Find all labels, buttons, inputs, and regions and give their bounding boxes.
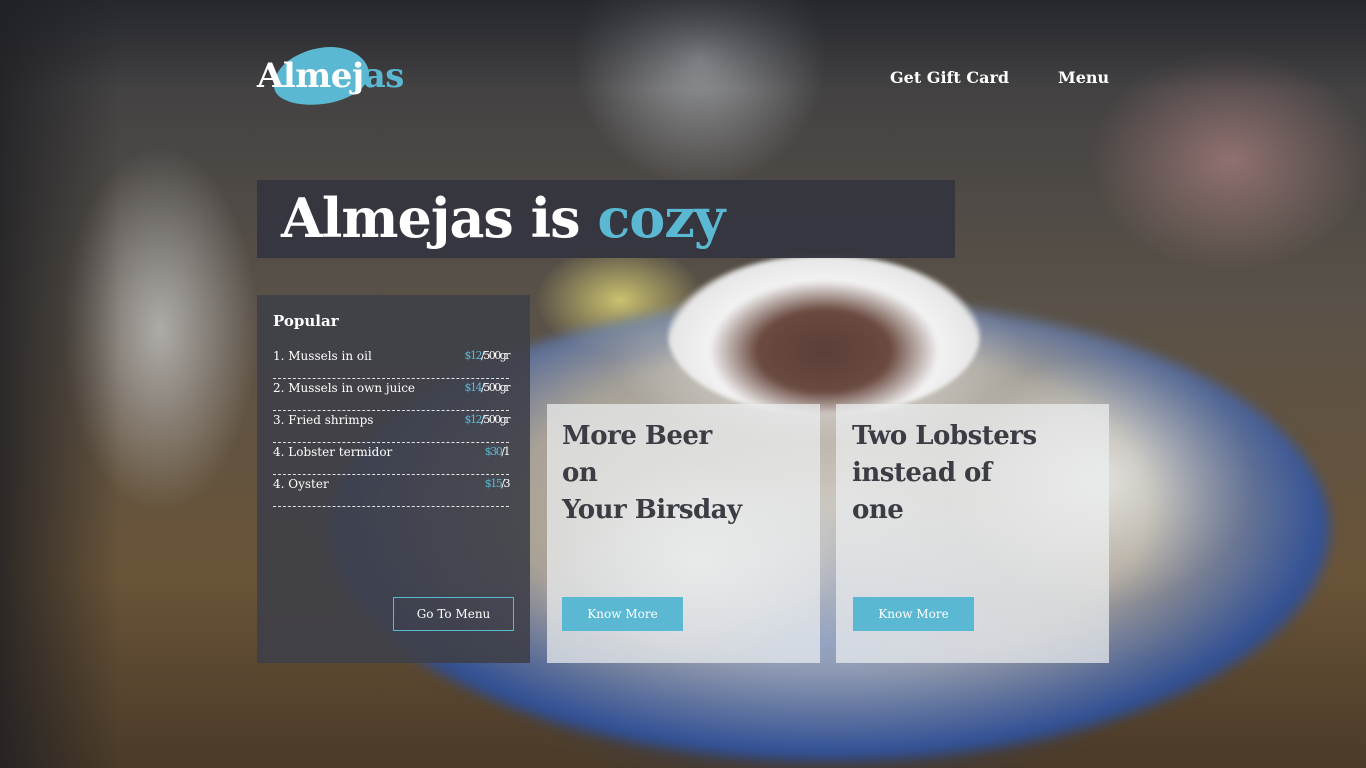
promo-title: Two Lobsters instead of one [852, 421, 1037, 525]
hero-title-main: Almejas is [281, 186, 598, 250]
item-name: 4. Oyster [273, 477, 329, 491]
item-price-amount: $12 [464, 413, 482, 426]
hero-title-accent: cozy [597, 186, 725, 250]
logo-text-tail: as [363, 56, 405, 96]
item-price: $12/500gr [464, 349, 511, 362]
know-more-button[interactable]: Know More [853, 597, 974, 631]
list-item[interactable]: 2. Mussels in own juice $14/500gr [273, 379, 511, 411]
hero-banner: Almejas is cozy [257, 180, 955, 258]
item-name: 2. Mussels in own juice [273, 381, 416, 395]
list-item[interactable]: 4. Lobster termidor $30/1 [273, 443, 511, 475]
popular-panel: Popular 1. Mussels in oil $12/500gr 2. M… [257, 295, 530, 663]
item-price-amount: $14 [464, 381, 482, 394]
list-item[interactable]: 3. Fried shrimps $12/500gr [273, 411, 511, 443]
nav-menu[interactable]: Menu [1058, 68, 1109, 87]
nav-get-gift-card[interactable]: Get Gift Card [890, 68, 1009, 87]
item-price-unit: /3 [501, 477, 510, 490]
item-name: 1. Mussels in oil [273, 349, 372, 363]
know-more-button[interactable]: Know More [562, 597, 683, 631]
item-price-unit: /1 [501, 445, 510, 458]
background-bowl [668, 255, 980, 415]
logo-text-main: Almej [257, 56, 364, 96]
page: Almejas Get Gift Card Menu Almejas is co… [0, 0, 1366, 768]
hero-title: Almejas is cozy [281, 186, 725, 250]
promo-title: More Beer on Your Birsday [562, 421, 742, 525]
item-price: $14/500gr [464, 381, 511, 394]
logo-text: Almejas [257, 56, 404, 96]
promo-card-beer: More Beer on Your Birsday Know More [547, 404, 820, 663]
list-item[interactable]: 4. Oyster $15/3 [273, 475, 511, 507]
promo-card-lobsters: Two Lobsters instead of one Know More [836, 404, 1109, 663]
background-shade [0, 0, 120, 768]
go-to-menu-button[interactable]: Go To Menu [393, 597, 514, 631]
logo[interactable]: Almejas [257, 41, 404, 111]
item-price-amount: $30 [484, 445, 503, 458]
item-name: 3. Fried shrimps [273, 413, 374, 427]
popular-list: 1. Mussels in oil $12/500gr 2. Mussels i… [273, 347, 511, 507]
list-item[interactable]: 1. Mussels in oil $12/500gr [273, 347, 511, 379]
item-price: $12/500gr [464, 413, 511, 426]
item-price: $30/1 [484, 445, 511, 458]
item-price-unit: /500gr [480, 381, 511, 394]
item-price-unit: /500gr [480, 349, 511, 362]
popular-title: Popular [273, 312, 339, 330]
item-price-amount: $15 [484, 477, 503, 490]
item-price-amount: $12 [464, 349, 482, 362]
item-name: 4. Lobster termidor [273, 445, 393, 459]
item-price: $15/3 [484, 477, 511, 490]
background-top-shade [0, 0, 1366, 90]
item-price-unit: /500gr [480, 413, 511, 426]
